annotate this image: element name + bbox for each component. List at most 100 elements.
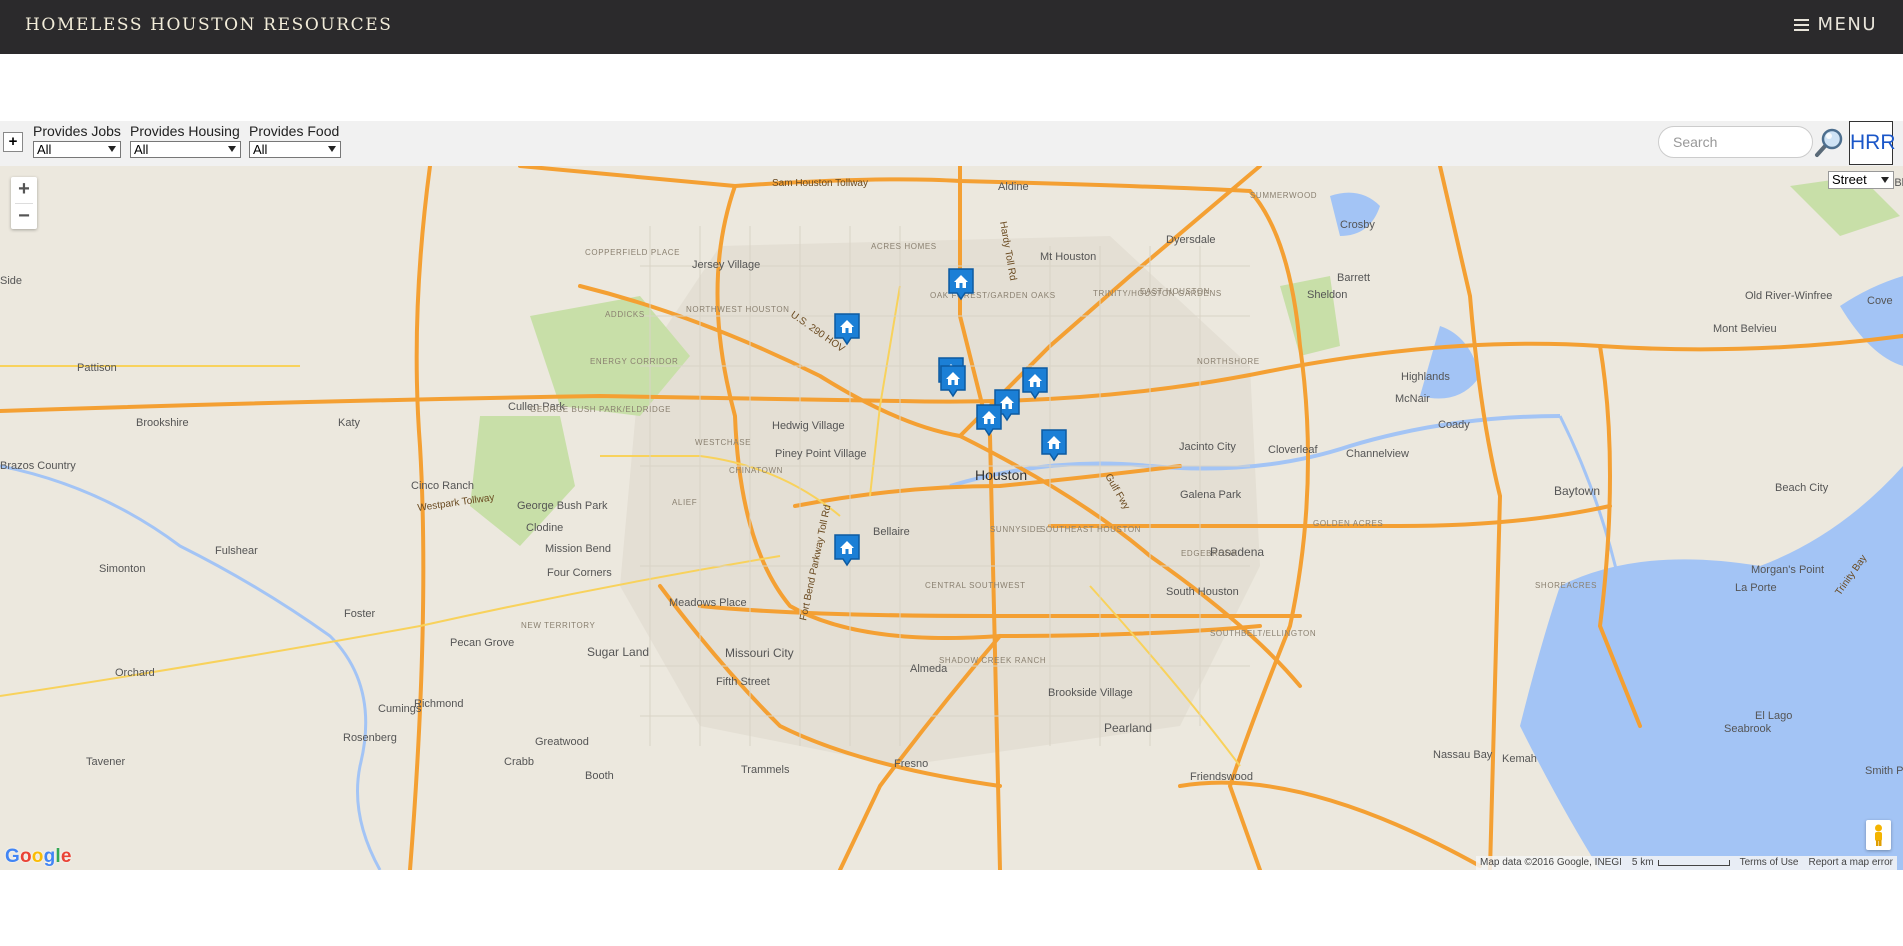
place-label: Cloverleaf <box>1268 444 1318 456</box>
place-label: Tavener <box>86 756 125 768</box>
filter-food-select[interactable]: All <box>249 141 341 158</box>
area-label: ALIEF <box>672 498 697 507</box>
hamburger-icon <box>1794 18 1810 31</box>
expand-filters-button[interactable]: + <box>3 132 23 152</box>
area-label: GEORGE BUSH PARK/ELDRIDGE <box>530 405 671 414</box>
place-label: Channelview <box>1346 448 1409 460</box>
map-marker-house-icon[interactable] <box>947 267 975 301</box>
place-label: Rosenberg <box>343 732 397 744</box>
place-label: George Bush Park <box>517 500 608 512</box>
area-label: COPPERFIELD PLACE <box>585 248 680 257</box>
terms-link[interactable]: Terms of Use <box>1740 856 1799 870</box>
filter-jobs-label: Provides Jobs <box>33 123 121 139</box>
filter-housing-label: Provides Housing <box>130 123 240 139</box>
zoom-in-button[interactable]: + <box>11 177 37 203</box>
place-label: Cove <box>1867 295 1893 307</box>
place-label: Side <box>0 275 22 287</box>
place-label: Old River-Winfree <box>1745 290 1832 302</box>
site-title[interactable]: HOMELESS HOUSTON RESOURCES <box>25 15 393 35</box>
place-label: Coady <box>1438 419 1470 431</box>
place-label: South Houston <box>1166 586 1239 598</box>
road-label: Sam Houston Tollway <box>772 178 868 189</box>
place-label: Missouri City <box>725 646 794 660</box>
area-label: SOUTHEAST HOUSTON <box>1040 525 1141 534</box>
report-error-link[interactable]: Report a map error <box>1808 856 1892 870</box>
place-label: Friendswood <box>1190 771 1253 783</box>
place-label: McNair <box>1395 393 1430 405</box>
map-canvas[interactable]: Aldine Jersey Village Mt Houston Dyersdale C… <box>0 166 1903 870</box>
place-label: La Porte <box>1735 582 1777 594</box>
area-label: SUMMERWOOD <box>1250 191 1317 200</box>
place-label: Booth <box>585 770 614 782</box>
area-label: CHINATOWN <box>729 466 783 475</box>
map-marker-house-icon[interactable] <box>939 364 967 398</box>
place-label: Baytown <box>1554 484 1600 498</box>
zoom-control: + − <box>11 177 37 229</box>
place-label: Jacinto City <box>1179 441 1236 453</box>
place-label: Meadows Place <box>669 597 747 609</box>
place-label: Aldine <box>998 181 1029 193</box>
place-label: Fifth Street <box>716 676 770 688</box>
area-label: ADDICKS <box>605 310 645 319</box>
map-attribution: Map data ©2016 Google, INEGI 5 km Terms … <box>1476 856 1897 870</box>
place-label: Jersey Village <box>692 259 760 271</box>
menu-button[interactable]: MENU <box>1794 14 1877 35</box>
scale-bar[interactable]: 5 km <box>1632 856 1730 870</box>
map-marker-house-icon[interactable] <box>1040 428 1068 462</box>
area-label: WESTCHASE <box>695 438 751 447</box>
place-label: Richmond <box>414 698 464 710</box>
place-label: Sugar Land <box>587 645 649 659</box>
filter-housing-select[interactable]: All <box>130 141 241 158</box>
map-marker-house-icon[interactable] <box>1021 366 1049 400</box>
chevron-down-icon <box>108 146 116 152</box>
place-label: Orchard <box>115 667 155 679</box>
search-input[interactable] <box>1658 126 1813 158</box>
place-label: Crabb <box>504 756 534 768</box>
place-label: Bellaire <box>873 526 910 538</box>
filter-bar: + Provides Jobs All Provides Housing All… <box>0 121 1903 166</box>
map-type-select[interactable]: Street <box>1828 171 1894 189</box>
area-label: GOLDEN ACRES <box>1313 519 1383 528</box>
place-label: Pearland <box>1104 721 1152 735</box>
menu-label: MENU <box>1817 14 1877 35</box>
place-label: Mont Belvieu <box>1713 323 1777 335</box>
zoom-out-button[interactable]: − <box>11 204 37 230</box>
place-label: Fresno <box>894 758 928 770</box>
hrr-logo-button[interactable]: HRR <box>1849 121 1896 165</box>
top-navbar: HOMELESS HOUSTON RESOURCES MENU <box>0 0 1903 54</box>
place-label: Brookshire <box>136 417 189 429</box>
area-label: ACRES HOMES <box>871 242 937 251</box>
attribution-text: Map data ©2016 Google, INEGI <box>1480 857 1622 868</box>
place-label: Seabrook <box>1724 723 1772 735</box>
chevron-down-icon <box>1881 177 1889 183</box>
street-view-pegman-icon[interactable] <box>1866 820 1891 850</box>
map-marker-house-icon[interactable] <box>975 403 1003 437</box>
filter-jobs: Provides Jobs All <box>33 123 121 158</box>
place-label: Pattison <box>77 362 117 374</box>
place-label: Mission Bend <box>545 543 611 555</box>
magnifier-icon[interactable] <box>1812 127 1844 159</box>
place-label: Four Corners <box>547 567 612 579</box>
map-marker-house-icon[interactable] <box>833 533 861 567</box>
place-label: Pecan Grove <box>450 637 514 649</box>
place-label: Mt Houston <box>1040 251 1096 263</box>
place-label: Katy <box>338 417 361 429</box>
filter-food: Provides Food All <box>249 123 341 158</box>
map-marker-house-icon[interactable] <box>833 312 861 346</box>
google-logo[interactable]: Google <box>5 846 72 868</box>
chevron-down-icon <box>228 146 236 152</box>
area-label: NEW TERRITORY <box>521 621 596 630</box>
place-label: Fulshear <box>215 545 258 557</box>
place-label: Smith Point <box>1865 765 1903 777</box>
place-label: Barrett <box>1337 272 1370 284</box>
area-label: SUNNYSIDE <box>990 525 1042 534</box>
place-label: Dyersdale <box>1166 234 1216 246</box>
place-label: Brookside Village <box>1048 687 1133 699</box>
place-label: Nassau Bay <box>1433 749 1493 761</box>
place-label: Morgan's Point <box>1751 564 1824 576</box>
chevron-down-icon <box>328 146 336 152</box>
filter-jobs-select[interactable]: All <box>33 141 121 158</box>
place-label: Kemah <box>1502 753 1537 765</box>
place-label: Cinco Ranch <box>411 480 474 492</box>
area-label: EDGEBROOK <box>1181 549 1238 558</box>
